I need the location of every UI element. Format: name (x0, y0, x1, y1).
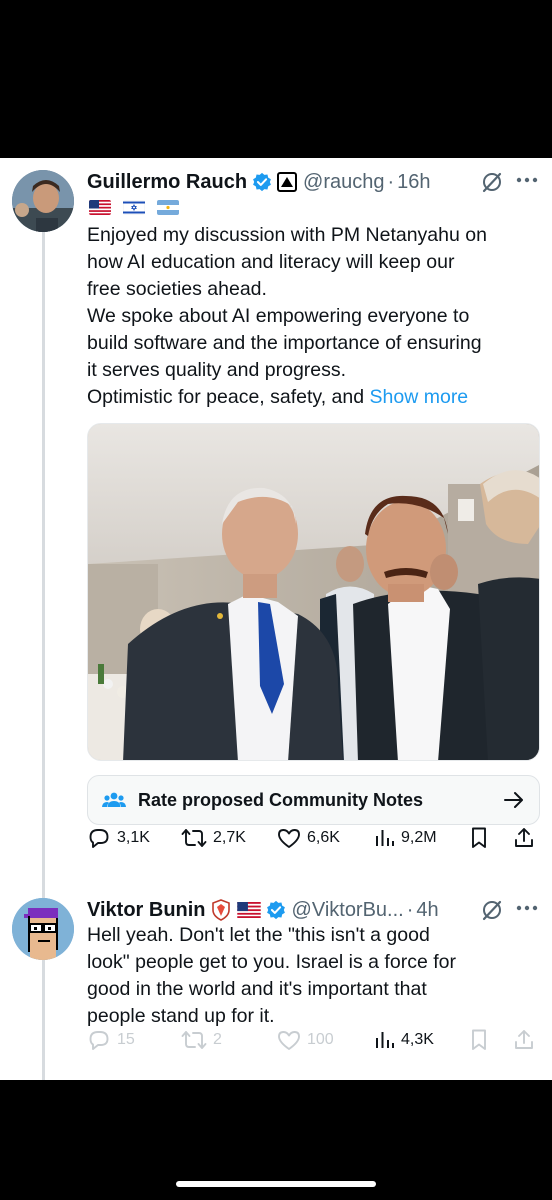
tweet-text-line: how AI education and literacy will keep … (87, 251, 455, 273)
reply-icon (89, 829, 109, 848)
reply-time[interactable]: 4h (416, 899, 438, 922)
reply-count: 3,1K (117, 829, 150, 846)
reply-text-line: people stand up for it. (87, 1005, 275, 1027)
views-chart-icon (376, 1032, 394, 1048)
grok-icon[interactable] (481, 899, 503, 921)
reply-button[interactable]: 15 (87, 1028, 135, 1052)
view-count: 9,2M (401, 829, 437, 846)
affiliate-badge-icon (277, 172, 298, 192)
repost-button[interactable]: 2,7K (181, 827, 246, 849)
reply-icon (89, 1031, 109, 1050)
avatar-photo (12, 170, 74, 232)
profile-flags (89, 200, 179, 215)
views-button[interactable]: 9,2M (373, 827, 437, 849)
tweet-text-line: Optimistic for peace, safety, and Show m… (87, 384, 542, 411)
repost-icon (181, 829, 207, 847)
reply-count: 15 (117, 1031, 135, 1048)
shield-badge-icon (211, 899, 230, 921)
repost-icon (181, 1031, 207, 1049)
bookmark-button[interactable] (469, 826, 489, 850)
view-count: 4,3K (401, 1031, 434, 1048)
like-count: 100 (307, 1031, 334, 1048)
community-notes-label: Rate proposed Community Notes (138, 789, 424, 810)
tweet-text-line: We spoke about AI empowering everyone to (87, 305, 470, 327)
tweet-header: Guillermo Rauch @rauchg · 16h (87, 166, 431, 198)
tweet-text-last: Optimistic for peace, safety, and (87, 386, 365, 408)
heart-icon (278, 1031, 300, 1050)
author-handle[interactable]: @rauchg (303, 171, 384, 194)
verified-badge-icon (266, 900, 286, 920)
reply-text-line: good in the world and it's important tha… (87, 978, 427, 1000)
argentina-flag-icon (157, 200, 179, 215)
tweet-text-line: Enjoyed my discussion with PM Netanyahu … (87, 224, 487, 246)
bookmark-button[interactable] (469, 1028, 489, 1052)
tweet-photo[interactable] (87, 423, 540, 761)
top-black-bar (0, 0, 552, 158)
bookmark-icon (472, 1029, 486, 1050)
reply-text-line: look" people get to you. Israel is a for… (87, 951, 456, 973)
views-button[interactable]: 4,3K (373, 1029, 434, 1051)
like-count: 6,6K (307, 829, 340, 846)
author-avatar[interactable] (12, 170, 74, 232)
like-button[interactable]: 6,6K (277, 827, 340, 849)
pixel-avatar-image (12, 898, 74, 960)
repost-button[interactable]: 2 (181, 1029, 222, 1051)
author-name[interactable]: Guillermo Rauch (87, 171, 247, 194)
reply-author-avatar[interactable] (12, 898, 74, 960)
us-flag-icon (236, 902, 261, 918)
israel-flag-icon (123, 200, 145, 215)
verified-badge-icon (252, 172, 272, 192)
grok-icon[interactable] (481, 171, 503, 193)
photo-image (88, 424, 539, 760)
community-notes-button[interactable]: Rate proposed Community Notes (87, 775, 540, 825)
more-options-icon[interactable] (515, 176, 539, 184)
bookmark-icon (472, 827, 486, 848)
share-icon (515, 828, 533, 847)
tweet-text-line: it serves quality and progress. (87, 359, 347, 381)
timeline: Guillermo Rauch @rauchg · 16h Enjoyed my… (0, 158, 552, 1080)
share-icon (515, 1030, 533, 1049)
reply-text: Hell yeah. Don't let the "this isn't a g… (87, 922, 542, 1030)
heart-icon (278, 829, 300, 848)
arrow-right-icon (504, 792, 523, 808)
separator-dot: · (387, 170, 395, 193)
reply-author-name[interactable]: Viktor Bunin (87, 899, 206, 922)
reply-button[interactable]: 3,1K (87, 826, 150, 850)
reply-author-handle[interactable]: @ViktorBu... (292, 899, 404, 922)
show-more-link[interactable]: Show more (370, 386, 469, 408)
repost-count: 2,7K (213, 829, 246, 846)
us-flag-icon (89, 200, 111, 215)
tweet-text-line: free societies ahead. (87, 278, 267, 300)
home-indicator[interactable] (176, 1181, 376, 1187)
repost-count: 2 (213, 1031, 222, 1048)
community-notes-icon (102, 792, 126, 807)
reply-text-line: Hell yeah. Don't let the "this isn't a g… (87, 924, 430, 946)
share-button[interactable] (512, 826, 536, 850)
share-button[interactable] (512, 1028, 536, 1052)
like-button[interactable]: 100 (277, 1029, 334, 1051)
tweet-text: Enjoyed my discussion with PM Netanyahu … (87, 222, 542, 411)
separator-dot: · (406, 898, 414, 921)
tweet-text-line: build software and the importance of ens… (87, 332, 482, 354)
views-chart-icon (376, 830, 394, 846)
more-options-icon[interactable] (515, 904, 539, 912)
tweet-time[interactable]: 16h (397, 171, 430, 194)
